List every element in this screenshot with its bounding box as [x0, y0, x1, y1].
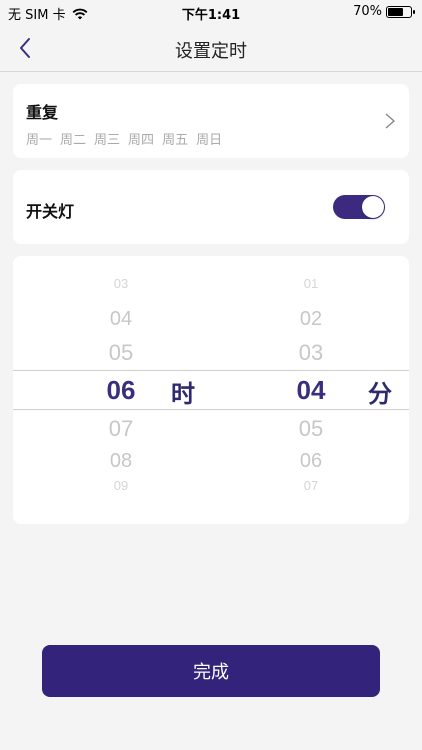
minute-option[interactable]: 05: [281, 416, 341, 442]
hour-option[interactable]: 05: [93, 340, 149, 366]
hour-option[interactable]: 07: [93, 416, 149, 442]
day-label: 周五: [162, 133, 189, 148]
light-switch-row: 开关灯: [13, 170, 409, 244]
minute-option[interactable]: 07: [281, 478, 341, 493]
hour-unit-label: 时: [171, 380, 195, 408]
status-right: 70%: [353, 4, 415, 19]
page-title: 设置定时: [175, 41, 247, 62]
minute-option[interactable]: 02: [281, 308, 341, 331]
day-label: 周三: [94, 133, 121, 148]
minute-option[interactable]: 06: [281, 450, 341, 473]
nav-bar: 设置定时: [0, 24, 422, 72]
hour-option[interactable]: 03: [93, 276, 149, 291]
minute-option[interactable]: 01: [281, 276, 341, 291]
light-switch-label: 开关灯: [26, 202, 75, 221]
toggle-knob: [362, 196, 384, 218]
done-button[interactable]: 完成: [42, 645, 380, 697]
chevron-right-icon: [385, 113, 396, 129]
repeat-days: 周一 周二 周三 周四 周五 周日: [26, 129, 222, 148]
battery-icon: [386, 5, 415, 18]
day-label: 周日: [196, 133, 223, 148]
hour-selected[interactable]: 06: [93, 375, 149, 406]
picker-selection-band: [13, 370, 409, 410]
day-label: 周四: [128, 133, 155, 148]
light-toggle[interactable]: [333, 195, 385, 219]
repeat-row[interactable]: 重复 周一 周二 周三 周四 周五 周日: [13, 84, 409, 158]
time-picker: 03 04 05 06 07 08 09 时 01 02 03 04 05 06…: [13, 256, 409, 524]
battery-fill: [388, 7, 404, 16]
day-label: 周二: [60, 133, 87, 148]
hour-option[interactable]: 09: [93, 478, 149, 493]
minute-selected[interactable]: 04: [281, 375, 341, 406]
hour-option[interactable]: 08: [93, 450, 149, 473]
battery-percent: 70%: [353, 4, 382, 19]
minute-option[interactable]: 03: [281, 340, 341, 366]
hour-option[interactable]: 04: [93, 308, 149, 331]
repeat-title: 重复: [26, 103, 59, 122]
minute-unit-label: 分: [368, 380, 392, 408]
day-label: 周一: [26, 133, 53, 148]
status-bar: 无 SIM 卡 下午1:41 70%: [0, 0, 422, 24]
